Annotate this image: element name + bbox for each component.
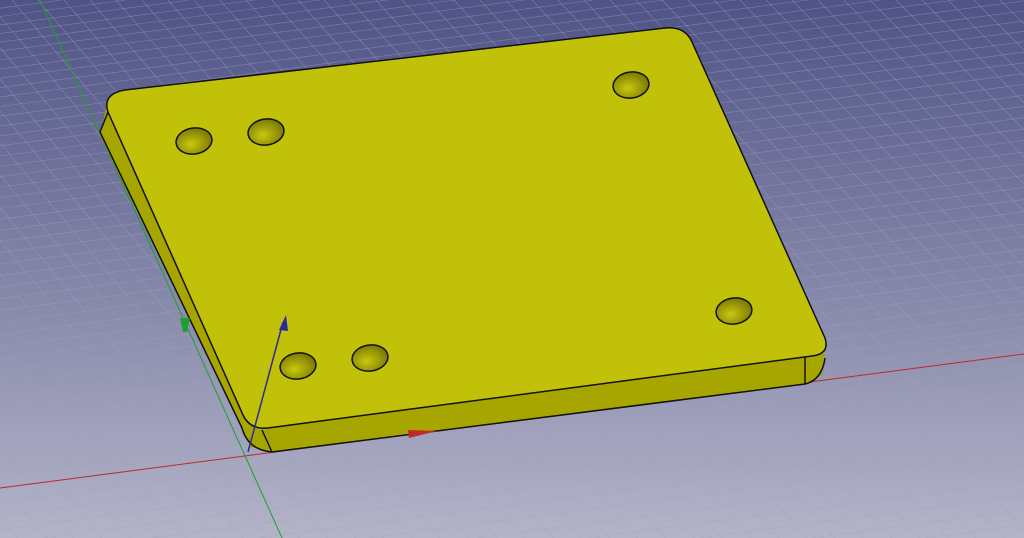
3d-viewport[interactable] [0,0,1024,538]
3d-scene[interactable] [0,0,1024,538]
